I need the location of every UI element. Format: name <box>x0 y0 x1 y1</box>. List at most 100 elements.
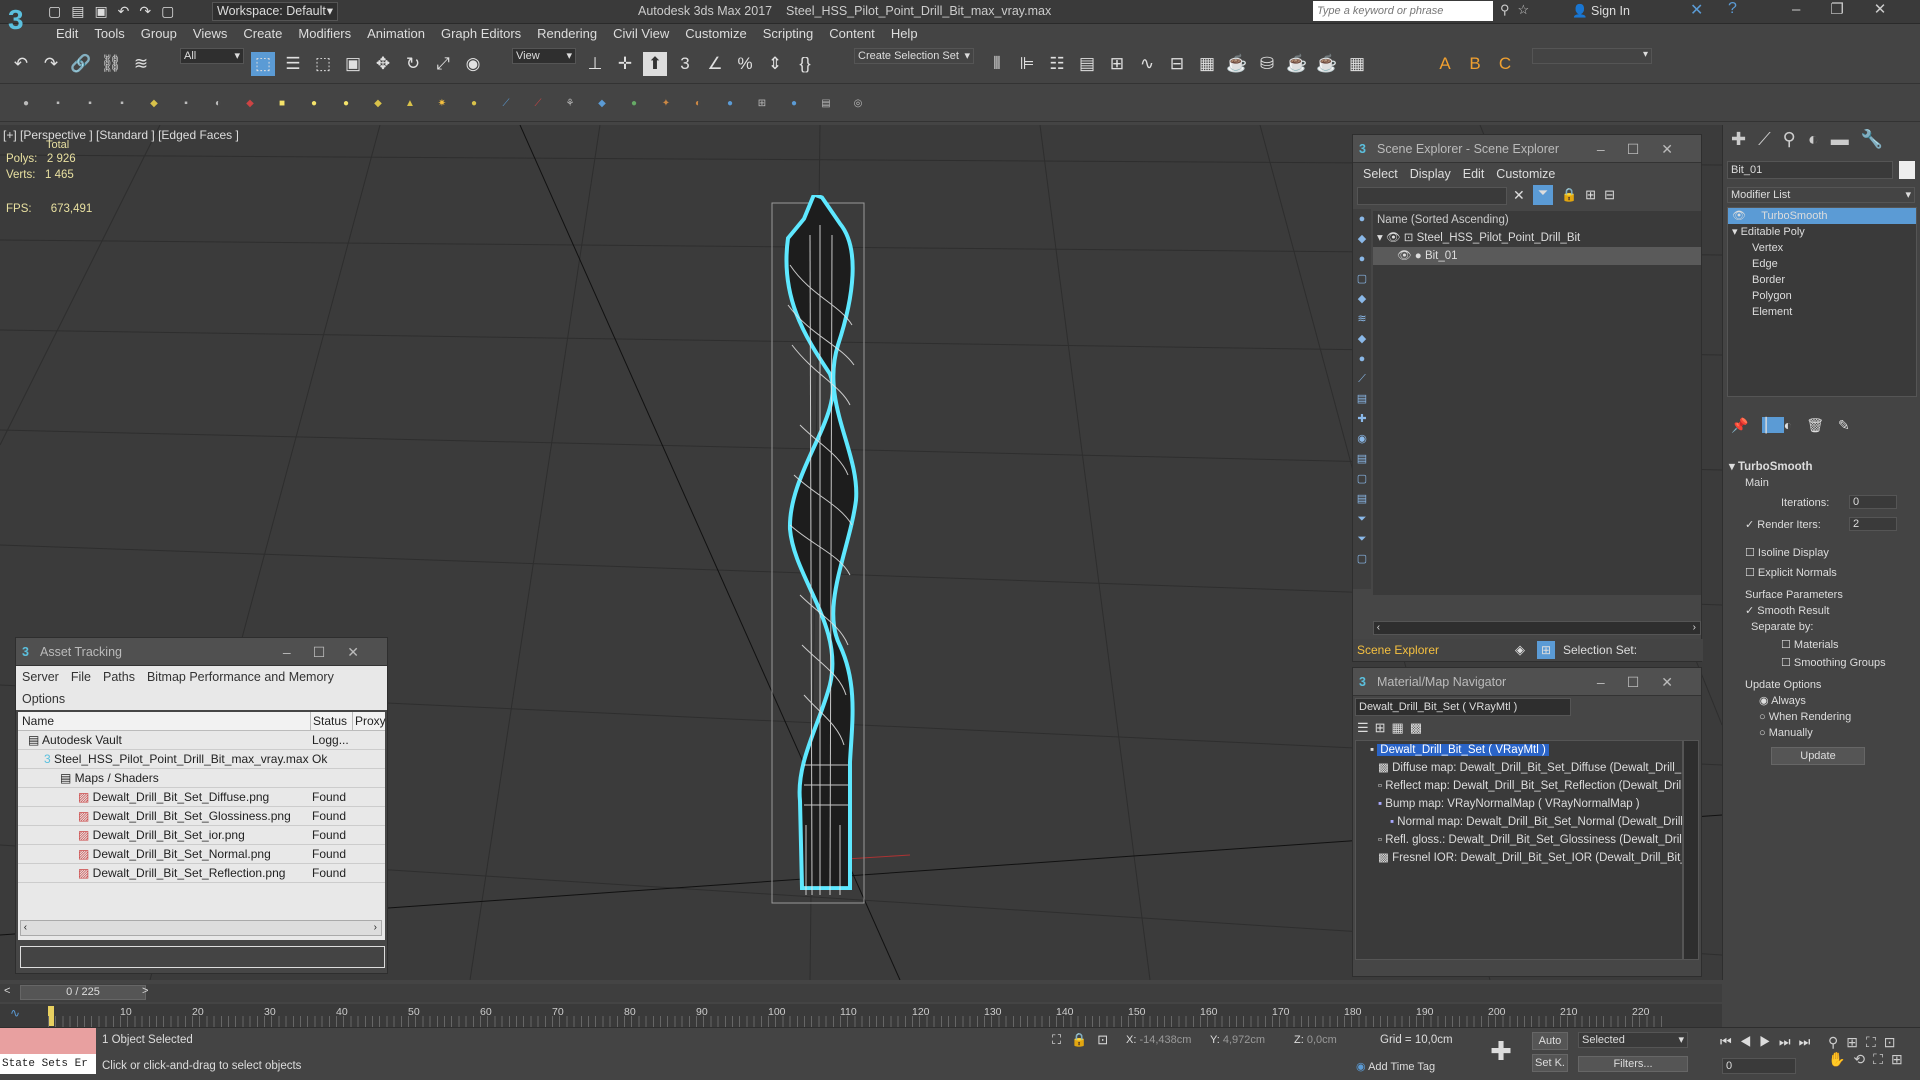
material-tree-row[interactable]: ▪ Normal map: Dewalt_Drill_Bit_Set_Norma… <box>1356 813 1682 831</box>
viewport-nav-icons[interactable]: ⚲⊞⛶⊡ ✋⟲⛶⊞ <box>1828 1034 1911 1068</box>
z-value[interactable]: 0,0cm <box>1307 1034 1367 1046</box>
lock-icon[interactable]: 🔒⊞⊟ <box>1561 187 1623 203</box>
auto-key-button[interactable]: Auto <box>1532 1032 1568 1050</box>
stack-item[interactable]: Vertex <box>1728 240 1916 256</box>
se-menu-display[interactable]: Display <box>1404 163 1457 185</box>
table-row[interactable]: ▤ Autodesk Vault Logg... <box>18 731 385 750</box>
key-filter-dropdown[interactable]: Selected ▾ <box>1578 1032 1688 1048</box>
material-tree-row[interactable]: ▪ Dewalt_Drill_Bit_Set ( VRayMtl ) <box>1356 741 1682 759</box>
toolbar-icon[interactable]: ▪ <box>83 97 97 111</box>
selection-filter-dropdown[interactable]: All ▾ <box>180 48 244 64</box>
materials-checkbox[interactable]: ☐ Materials <box>1745 637 1915 653</box>
select-by-name-icon[interactable]: ☰ <box>281 52 305 76</box>
scene-explorer-hscroll[interactable]: ‹ › <box>1373 621 1701 635</box>
current-frame-field[interactable]: 0 <box>1722 1058 1796 1074</box>
at-menu-bitmap[interactable]: Bitmap Performance and Memory <box>141 666 340 688</box>
menu-content[interactable]: Content <box>821 24 883 44</box>
curve-editor-mini-icon[interactable]: ∿ <box>10 1006 20 1020</box>
object-name-field[interactable]: Bit_01 <box>1727 161 1893 179</box>
explicit-normals-checkbox[interactable]: ☐ Explicit Normals <box>1745 565 1915 581</box>
table-row[interactable]: ▤ Maps / Shaders <box>18 769 385 788</box>
window-crossing-icon[interactable]: ▣ <box>341 52 365 76</box>
at-menu-options[interactable]: Options <box>16 688 71 710</box>
menu-scripting[interactable]: Scripting <box>755 24 822 44</box>
maxscript-listener[interactable] <box>0 1028 96 1054</box>
redo-icon[interactable]: ↷ <box>39 52 63 76</box>
toolbar-icon[interactable]: ⚘ <box>563 97 577 111</box>
toolbar-icon[interactable]: ⊞ <box>755 97 769 111</box>
placement-icon[interactable]: ◉ <box>461 52 485 76</box>
toolbar-icon[interactable]: ▪ <box>115 97 129 111</box>
stack-item[interactable]: ▾ Editable Poly <box>1728 224 1916 240</box>
update-button[interactable]: Update <box>1771 747 1865 765</box>
percent-snap-icon[interactable]: % <box>733 52 757 76</box>
spinner-snap-icon[interactable]: ⇕ <box>763 52 787 76</box>
add-time-tag[interactable]: ◉ Add Time Tag <box>1356 1060 1435 1073</box>
toolbar-icon[interactable]: ● <box>307 97 321 111</box>
time-next-icon[interactable]: > <box>142 985 148 997</box>
time-slider-thumb[interactable]: 0 / 225 <box>20 985 146 1000</box>
render-icon[interactable]: ⛁ <box>1255 52 1279 76</box>
stack-item[interactable]: 👁 TurboSmooth <box>1728 208 1916 224</box>
x-value[interactable]: -14,438cm <box>1139 1034 1209 1046</box>
material-tree-row[interactable]: ▪ Bump map: VRayNormalMap ( VRayNormalMa… <box>1356 795 1682 813</box>
material-navigator-titlebar[interactable]: 3 Material/Map Navigator –☐✕ <box>1353 668 1701 696</box>
toolbar-icon[interactable]: ● <box>19 97 33 111</box>
exchange-icon[interactable]: ✕ <box>1690 0 1703 20</box>
toolbar-icon[interactable]: ◆ <box>147 97 161 111</box>
menu-help[interactable]: Help <box>883 24 926 44</box>
table-row[interactable]: ▨ Dewalt_Drill_Bit_Set_Diffuse.png Found <box>18 788 385 807</box>
toolbar-icon[interactable]: ● <box>627 97 641 111</box>
toolbar-icon[interactable]: ⟋ <box>499 97 513 111</box>
at-menu-server[interactable]: Server <box>16 666 65 688</box>
unlink-icon[interactable]: ⛓ <box>99 52 123 76</box>
command-panel-tabs[interactable]: ✚⟋⚲◐▬🔧 <box>1731 129 1895 150</box>
stack-item[interactable]: Edge <box>1728 256 1916 272</box>
time-slider[interactable]: < 0 / 225 > <box>0 984 1722 1002</box>
menu-graph-editors[interactable]: Graph Editors <box>433 24 529 44</box>
snap-3d-icon[interactable]: 3 <box>673 52 697 76</box>
ref-coord-dropdown[interactable]: View ▾ <box>512 48 576 64</box>
app-logo[interactable]: 3 <box>8 0 24 40</box>
link-icon[interactable]: 🔗 <box>69 52 93 76</box>
current-material-field[interactable]: Dewalt_Drill_Bit_Set ( VRayMtl ) <box>1355 698 1571 716</box>
drill-bit-model[interactable] <box>760 195 880 915</box>
toolbar-icon[interactable]: ◆ <box>371 97 385 111</box>
isoline-checkbox[interactable]: ☐ Isoline Display <box>1745 545 1915 561</box>
table-row[interactable]: ▨ Dewalt_Drill_Bit_Set_Reflection.png Fou… <box>18 864 385 883</box>
vray-b-icon[interactable]: B <box>1463 52 1487 76</box>
toolbar-icon[interactable]: ▲ <box>403 97 417 111</box>
rotate-icon[interactable]: ↻ <box>401 52 425 76</box>
menu-modifiers[interactable]: Modifiers <box>290 24 359 44</box>
render-iters-label[interactable]: Render Iters: <box>1757 519 1821 531</box>
render-activeshade-icon[interactable]: ☕ <box>1315 52 1339 76</box>
material-view-icons[interactable]: ☰⊞▦▩ <box>1357 720 1428 736</box>
binoculars-icon[interactable]: ⚲☆ <box>1500 2 1537 18</box>
hierarchy-icon[interactable]: ⊞ <box>1537 641 1555 659</box>
menu-customize[interactable]: Customize <box>677 24 754 44</box>
search-input[interactable]: Type a keyword or phrase <box>1313 1 1493 21</box>
manually-radio[interactable]: ○ Manually <box>1745 725 1915 741</box>
render-iters-spinner[interactable]: 2 <box>1849 517 1897 531</box>
material-tree-row[interactable]: ▫ Refl. gloss.: Dewalt_Drill_Bit_Set_Glo… <box>1356 831 1682 849</box>
asset-tracking-titlebar[interactable]: 3 Asset Tracking –☐✕ <box>16 638 387 666</box>
stack-item[interactable]: Element <box>1728 304 1916 320</box>
scene-tree-row[interactable]: 👁 ● Bit_01 <box>1373 247 1701 265</box>
set-key-button[interactable]: Set K. <box>1532 1054 1568 1072</box>
toolbar-icon[interactable]: ● <box>787 97 801 111</box>
toolbar-icon[interactable]: ▪ <box>179 97 193 111</box>
modifier-list-dropdown[interactable]: Modifier List ▾ <box>1727 187 1915 203</box>
menu-group[interactable]: Group <box>133 24 185 44</box>
table-row[interactable]: ▨ Dewalt_Drill_Bit_Set_Glossiness.png Fou… <box>18 807 385 826</box>
manipulate-icon[interactable]: ✛ <box>613 52 637 76</box>
mirror-icon[interactable]: ⫴ <box>985 52 1009 76</box>
render-online-icon[interactable]: ▦ <box>1345 52 1369 76</box>
se-menu-customize[interactable]: Customize <box>1490 163 1561 185</box>
iterations-spinner[interactable]: 0 <box>1849 495 1897 509</box>
scale-icon[interactable]: ⤢ <box>431 52 455 76</box>
rect-region-icon[interactable]: ⬚ <box>311 52 335 76</box>
menu-edit[interactable]: Edit <box>48 24 86 44</box>
angle-snap-icon[interactable]: ∠ <box>703 52 727 76</box>
toolbar-icon[interactable]: ▪ <box>51 97 65 111</box>
bind-spacewarp-icon[interactable]: ≋ <box>129 52 153 76</box>
